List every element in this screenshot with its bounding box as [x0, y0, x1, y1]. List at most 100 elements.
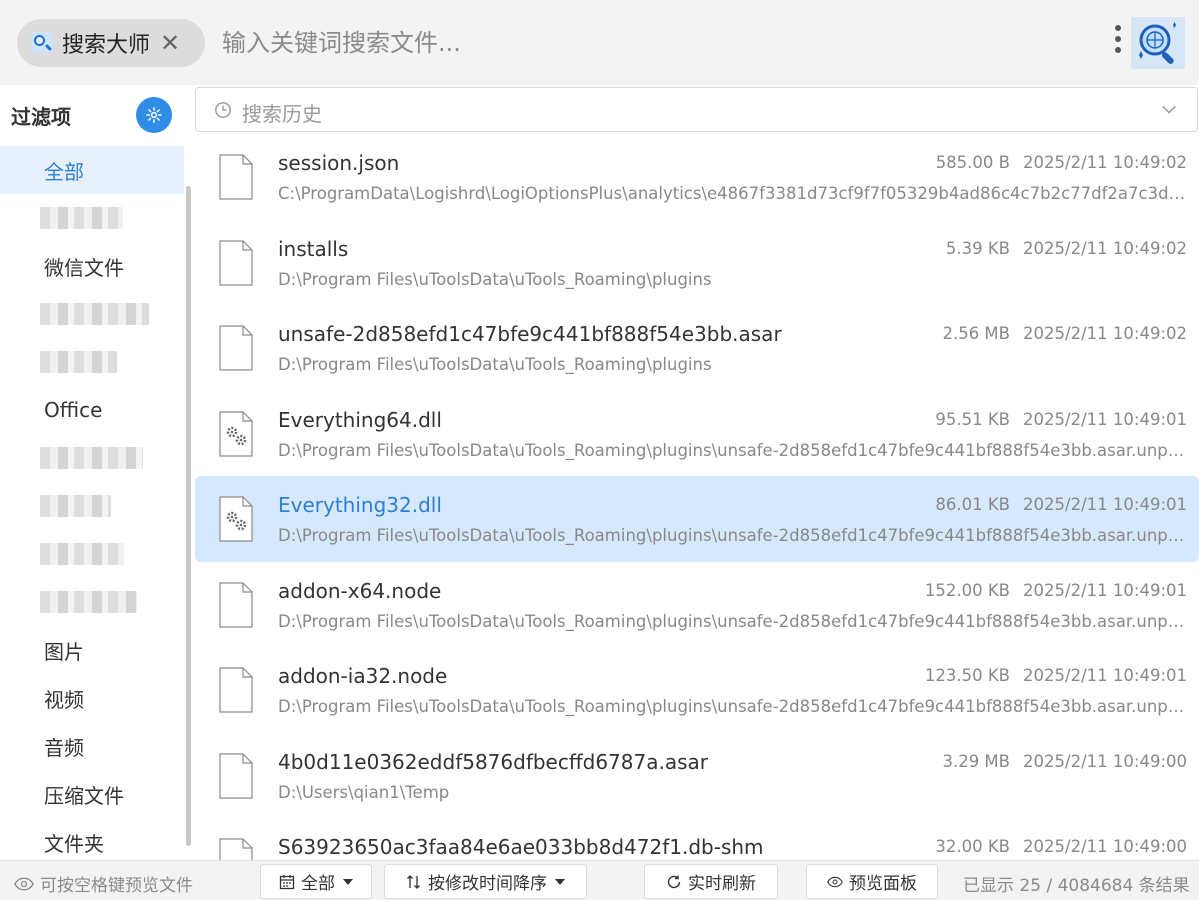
dll-file-icon — [219, 410, 253, 457]
result-row[interactable]: unsafe-2d858efd1c47bfe9c441bf888f54e3bb.… — [195, 305, 1199, 391]
redacted-label — [40, 351, 117, 373]
app-chip[interactable]: 搜索大师 ✕ — [17, 19, 205, 67]
redacted-label — [40, 543, 124, 565]
sidebar-filter-label: Office — [44, 398, 103, 422]
sort-icon — [407, 874, 420, 889]
sidebar-filter-item[interactable]: 视频 — [0, 674, 184, 722]
status-bar: 可按空格键预览文件 全部 按修改时间降序 实时刷新 预览面板 已显示 25 / … — [0, 860, 1199, 900]
sidebar-filter-label: 音频 — [44, 735, 84, 760]
search-master-icon — [31, 32, 53, 54]
sidebar-filter-item[interactable] — [0, 290, 184, 338]
file-name: Everything64.dll — [278, 407, 442, 432]
eye-icon — [14, 876, 34, 891]
file-icon — [219, 239, 253, 286]
result-row[interactable]: S63923650ac3faa84e6ae033bb8d472f1.db-shm… — [195, 818, 1199, 860]
file-name: addon-x64.node — [278, 578, 442, 603]
sidebar-filter-item[interactable]: 文件夹 — [0, 818, 184, 866]
file-path: D:\Program Files\uToolsData\uTools_Roami… — [278, 697, 1188, 716]
sidebar-filter-item[interactable] — [0, 482, 184, 530]
calendar-icon — [279, 874, 295, 889]
filter-list: 全部微信文件 Office 图片视频音频压缩文件文件夹 — [0, 146, 184, 866]
sidebar-title: 过滤项 — [11, 105, 71, 129]
file-modified-time: 2025/2/11 10:49:00 — [1023, 837, 1187, 856]
sort-select[interactable]: 按修改时间降序 — [384, 864, 587, 899]
file-name: S63923650ac3faa84e6ae033bb8d472f1.db-shm — [278, 835, 764, 859]
file-path: D:\Users\qian1\Temp — [278, 782, 450, 802]
file-modified-time: 2025/2/11 10:49:02 — [1023, 238, 1187, 258]
chevron-down-icon — [1162, 105, 1176, 114]
sidebar-filter-item[interactable] — [0, 578, 184, 626]
file-icon — [219, 325, 253, 371]
preview-panel-button[interactable]: 预览面板 — [806, 864, 938, 899]
file-modified-time: 2025/2/11 10:49:02 — [1023, 324, 1187, 343]
refresh-icon — [667, 875, 681, 888]
result-row[interactable]: 4b0d11e0362eddf5876dfbecffd6787a.asar D:\… — [195, 733, 1199, 819]
type-filter-select[interactable]: 全部 — [260, 864, 372, 899]
sidebar-filter-item[interactable]: 微信文件 — [0, 242, 184, 290]
search-input[interactable] — [222, 22, 1102, 64]
realtime-refresh-button[interactable]: 实时刷新 — [644, 864, 778, 899]
sidebar-filter-label: 视频 — [44, 687, 84, 712]
redacted-label — [40, 447, 143, 469]
file-size: 86.01 KB — [935, 495, 1010, 514]
file-size: 123.50 KB — [924, 666, 1010, 685]
file-icon — [219, 667, 253, 713]
file-size: 585.00 B — [935, 153, 1010, 172]
caret-down-icon — [343, 878, 353, 885]
result-row[interactable]: Everything32.dll D:\Program Files\uToolsD… — [195, 476, 1199, 562]
gear-icon[interactable] — [136, 97, 172, 133]
results-list: session.json C:\ProgramData\Logishrd\Logi… — [195, 134, 1199, 860]
close-icon[interactable]: ✕ — [160, 31, 180, 55]
file-icon — [219, 154, 253, 200]
result-row[interactable]: installs D:\Program Files\uToolsData\uToo… — [195, 220, 1199, 306]
result-row[interactable]: session.json C:\ProgramData\Logishrd\Logi… — [195, 134, 1199, 220]
file-path: D:\Program Files\uToolsData\uTools_Roami… — [278, 440, 1188, 460]
search-history-dropdown[interactable]: 搜索历史 — [195, 87, 1198, 132]
more-vertical-icon[interactable] — [1110, 25, 1126, 61]
file-modified-time: 2025/2/11 10:49:01 — [1023, 580, 1187, 600]
sidebar-filter-item[interactable] — [0, 434, 184, 482]
sidebar-filter-item[interactable]: 音频 — [0, 722, 184, 770]
file-size: 2.56 MB — [942, 324, 1010, 343]
redacted-label — [40, 303, 149, 325]
redacted-label — [40, 207, 123, 229]
filter-sidebar: 过滤项 全部微信文件 Office 图片视频音频压缩文件文件夹 — [0, 85, 193, 860]
refresh-label: 实时刷新 — [688, 874, 756, 894]
file-path: C:\ProgramData\Logishrd\LogiOptionsPlus\… — [278, 184, 1188, 203]
file-name: Everything32.dll — [278, 493, 442, 517]
sidebar-filter-item[interactable]: Office — [0, 386, 184, 434]
sidebar-filter-item[interactable]: 全部 — [0, 146, 184, 194]
type-filter-label: 全部 — [301, 874, 335, 894]
file-icon — [219, 838, 253, 860]
sidebar-filter-item[interactable] — [0, 338, 184, 386]
sidebar-header: 过滤项 — [0, 85, 193, 146]
result-row[interactable]: Everything64.dll D:\Program Files\uToolsD… — [195, 391, 1199, 477]
clock-icon — [215, 102, 231, 118]
file-path: D:\Program Files\uToolsData\uTools_Roami… — [278, 269, 712, 289]
sidebar-filter-item[interactable]: 图片 — [0, 626, 184, 674]
sidebar-filter-item[interactable]: 压缩文件 — [0, 770, 184, 818]
result-row[interactable]: addon-ia32.node D:\Program Files\uToolsDa… — [195, 647, 1199, 733]
result-row[interactable]: addon-x64.node D:\Program Files\uToolsDat… — [195, 562, 1199, 648]
file-path: D:\Program Files\uToolsData\uTools_Roami… — [278, 526, 1188, 545]
app-chip-label: 搜索大师 — [62, 33, 151, 58]
sidebar-filter-label: 图片 — [44, 639, 84, 664]
redacted-label — [40, 591, 137, 613]
file-name: installs — [278, 236, 349, 261]
file-name: addon-ia32.node — [278, 664, 448, 688]
file-icon — [219, 752, 253, 799]
sidebar-filter-item[interactable] — [0, 194, 184, 242]
dll-file-icon — [219, 496, 253, 542]
sidebar-filter-label: 微信文件 — [44, 255, 124, 280]
file-path: D:\Program Files\uToolsData\uTools_Roami… — [278, 355, 712, 374]
sidebar-filter-item[interactable] — [0, 530, 184, 578]
file-size: 5.39 KB — [945, 238, 1010, 258]
file-path: D:\Program Files\uToolsData\uTools_Roami… — [278, 611, 1188, 631]
file-icon — [219, 581, 253, 628]
sidebar-filter-label: 文件夹 — [44, 831, 104, 856]
file-modified-time: 2025/2/11 10:49:01 — [1023, 495, 1187, 514]
app-logo-icon[interactable] — [1131, 17, 1185, 69]
file-modified-time: 2025/2/11 10:49:01 — [1023, 666, 1187, 685]
sidebar-scrollbar[interactable] — [186, 186, 191, 846]
search-history-label: 搜索历史 — [242, 102, 322, 126]
